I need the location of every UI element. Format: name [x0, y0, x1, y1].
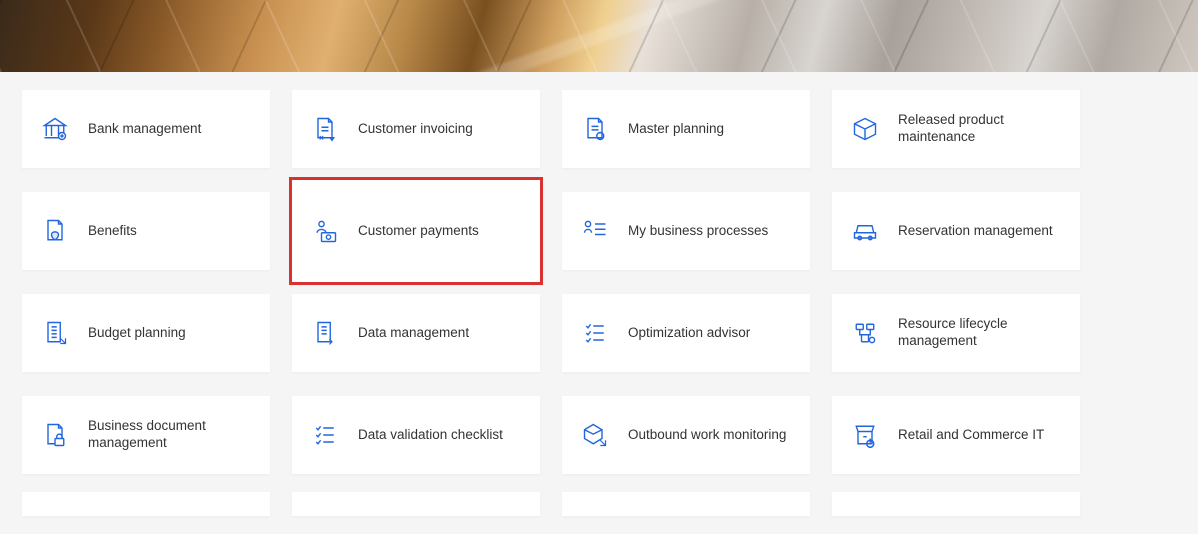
benefits-icon — [40, 216, 70, 246]
budget-icon — [40, 318, 70, 348]
tile-label: Released product maintenance — [898, 112, 1062, 146]
checklist-icon — [310, 420, 340, 450]
customer-payments-icon — [310, 216, 340, 246]
tile-benefits[interactable]: Benefits — [22, 192, 270, 270]
tile-label: Retail and Commerce IT — [898, 427, 1044, 444]
tile-optimization-advisor[interactable]: Optimization advisor — [562, 294, 810, 372]
package-icon — [850, 114, 880, 144]
tile-reservation-management[interactable]: Reservation management — [832, 192, 1080, 270]
tile-bank-management[interactable]: Bank management — [22, 90, 270, 168]
bank-icon — [40, 114, 70, 144]
tile-label: Data validation checklist — [358, 427, 503, 444]
tile-label: Customer payments — [358, 223, 479, 240]
tile-resource-lifecycle-management[interactable]: Resource lifecycle management — [832, 294, 1080, 372]
tile-label: Customer invoicing — [358, 121, 473, 138]
tile-data-validation-checklist[interactable]: Data validation checklist — [292, 396, 540, 474]
tile-budget-planning[interactable]: Budget planning — [22, 294, 270, 372]
tile-master-planning[interactable]: Master planning — [562, 90, 810, 168]
tile-label: Resource lifecycle management — [898, 316, 1062, 350]
tile-label: Master planning — [628, 121, 724, 138]
document-lock-icon — [40, 420, 70, 450]
checklist-icon — [580, 318, 610, 348]
outbound-icon — [580, 420, 610, 450]
tile-label: Benefits — [88, 223, 137, 240]
tile-customer-payments[interactable]: Customer payments — [292, 180, 540, 282]
tile-retail-and-commerce-it[interactable]: Retail and Commerce IT — [832, 396, 1080, 474]
tile-label: Data management — [358, 325, 469, 342]
tile-label: Budget planning — [88, 325, 186, 342]
tile-my-business-processes[interactable]: My business processes — [562, 192, 810, 270]
tile-label: Optimization advisor — [628, 325, 750, 342]
tile-peek[interactable] — [562, 492, 810, 516]
process-list-icon — [580, 216, 610, 246]
invoice-icon — [310, 114, 340, 144]
tile-released-product-maintenance[interactable]: Released product maintenance — [832, 90, 1080, 168]
tile-customer-invoicing[interactable]: Customer invoicing — [292, 90, 540, 168]
tile-label: My business processes — [628, 223, 768, 240]
hero-banner — [0, 0, 1198, 72]
tile-label: Reservation management — [898, 223, 1053, 240]
tile-business-document-management[interactable]: Business document management — [22, 396, 270, 474]
car-icon — [850, 216, 880, 246]
tile-peek[interactable] — [832, 492, 1080, 516]
tile-label: Business document management — [88, 418, 252, 452]
lifecycle-icon — [850, 318, 880, 348]
workspace-grid: Bank management Customer invoicing Maste… — [0, 72, 1198, 492]
tile-peek[interactable] — [22, 492, 270, 516]
tile-label: Bank management — [88, 121, 201, 138]
planning-icon — [580, 114, 610, 144]
tile-label: Outbound work monitoring — [628, 427, 786, 444]
workspace-grid-next-row-peek — [0, 492, 1198, 534]
tile-peek[interactable] — [292, 492, 540, 516]
tile-outbound-work-monitoring[interactable]: Outbound work monitoring — [562, 396, 810, 474]
tile-data-management[interactable]: Data management — [292, 294, 540, 372]
retail-icon — [850, 420, 880, 450]
data-management-icon — [310, 318, 340, 348]
